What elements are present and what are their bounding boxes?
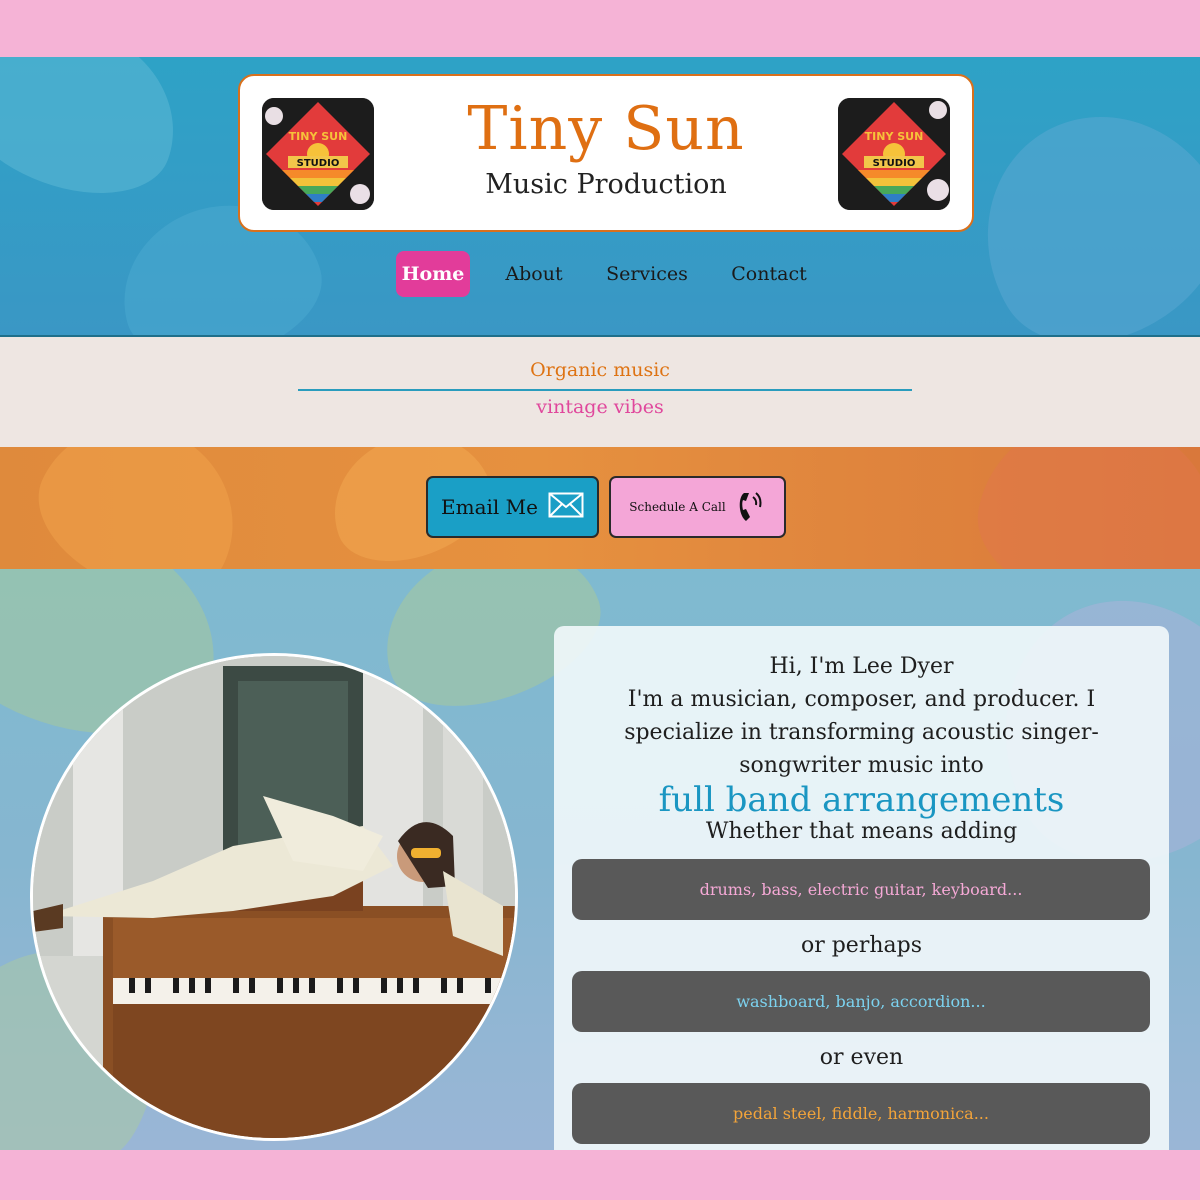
intro-section: Hi, I'm Lee Dyer I'm a musician, compose… [0, 569, 1200, 1150]
tagline-band: Organic music vintage vibes [0, 337, 1200, 447]
background-petal [15, 447, 265, 569]
phone-ringing-icon [736, 487, 766, 528]
envelope-icon [548, 492, 584, 523]
nav-item-contact[interactable]: Contact [722, 251, 816, 297]
email-button-label: Email Me [441, 495, 538, 519]
background-petal [0, 57, 201, 220]
intro-lead: Whether that means adding [705, 819, 1018, 844]
instrument-option: pedal steel, fiddle, harmonica... [572, 1083, 1150, 1144]
logo-text-bottom: STUDIO [873, 158, 916, 169]
intro-card: Hi, I'm Lee Dyer I'm a musician, compose… [554, 626, 1169, 1150]
tagline-secondary: vintage vibes [536, 396, 664, 418]
intro-text: Hi, I'm Lee Dyer I'm a musician, compose… [594, 650, 1129, 782]
instrument-option: washboard, banjo, accordion... [572, 971, 1150, 1032]
artist-photo [30, 653, 518, 1141]
background-petal [941, 71, 1200, 335]
intro-greeting: Hi, I'm Lee Dyer [769, 654, 954, 679]
studio-logo[interactable]: TINY SUN STUDIO [838, 98, 950, 210]
main-nav: Home About Services Contact [0, 251, 1200, 297]
background-petal [965, 447, 1200, 569]
cta-band: Email Me Schedule A Call [0, 447, 1200, 569]
page-frame: TINY SUN STUDIO Tiny Sun Music Productio… [0, 57, 1200, 1150]
header: TINY SUN STUDIO Tiny Sun Music Productio… [0, 57, 1200, 337]
nav-item-services[interactable]: Services [598, 251, 696, 297]
schedule-call-label: Schedule A Call [629, 500, 726, 514]
instrument-option: drums, bass, electric guitar, keyboard..… [572, 859, 1150, 920]
intro-highlight: full band arrangements [658, 780, 1065, 820]
intro-connector: or perhaps [800, 933, 923, 958]
title-card: TINY SUN STUDIO Tiny Sun Music Productio… [238, 74, 974, 232]
nav-item-about[interactable]: About [496, 251, 572, 297]
logo-text-top: TINY SUN [865, 130, 924, 143]
schedule-call-button[interactable]: Schedule A Call [609, 476, 786, 538]
intro-body: I'm a musician, composer, and producer. … [624, 687, 1099, 778]
tagline-primary: Organic music [530, 359, 670, 381]
tagline-divider [298, 389, 912, 391]
nav-item-home[interactable]: Home [396, 251, 470, 297]
intro-connector: or even [819, 1045, 904, 1070]
email-button[interactable]: Email Me [426, 476, 599, 538]
